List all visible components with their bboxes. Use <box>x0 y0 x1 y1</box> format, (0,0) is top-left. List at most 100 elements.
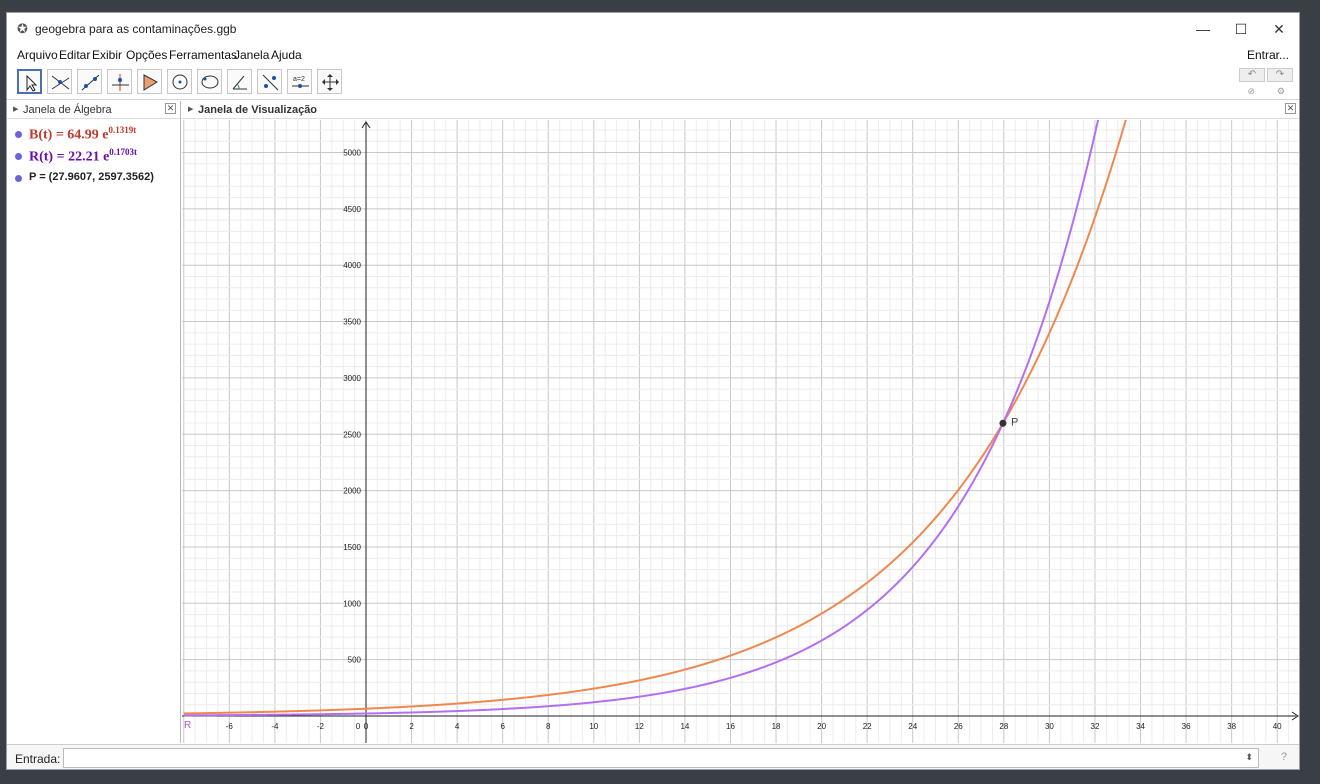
y-tick-label: 4000 <box>343 261 361 270</box>
origin-label: 0 <box>356 722 361 731</box>
close-algebra-view-button[interactable]: ✕ <box>165 103 176 114</box>
x-tick-label: 18 <box>772 722 781 731</box>
x-tick-label: 30 <box>1045 722 1054 731</box>
visibility-toggle-icon[interactable] <box>15 175 22 182</box>
x-tick-label: 26 <box>954 722 963 731</box>
cursor-icon <box>26 74 38 92</box>
angle-tool-button[interactable] <box>227 69 252 94</box>
algebra-view: ▶ Janela de Álgebra ✕ B(t) = 64.99 e0.13… <box>7 101 181 743</box>
x-tick-label: 38 <box>1227 722 1236 731</box>
x-tick-label: 0 <box>364 722 369 731</box>
function-b-expression: B(t) = 64.99 e0.1319t <box>29 125 136 144</box>
move-tool-button[interactable] <box>17 69 42 94</box>
input-label: Entrada: <box>15 752 61 766</box>
circle-icon <box>172 74 188 90</box>
x-tick-label: 40 <box>1273 722 1282 731</box>
function-r-exponent: 0.1703t <box>109 147 138 157</box>
visibility-toggle-icon[interactable] <box>15 153 22 160</box>
x-tick-label: 32 <box>1091 722 1100 731</box>
input-history-icon[interactable]: ⬍ <box>1245 752 1253 763</box>
close-window-button[interactable]: ✕ <box>1259 17 1299 41</box>
menu-arquivo[interactable]: Arquivo <box>17 48 58 62</box>
x-tick-label: -2 <box>317 722 325 731</box>
graphics-view-header: ▶ Janela de Visualização ✕ <box>182 101 1299 119</box>
y-tick-label: 5000 <box>343 149 361 158</box>
geogebra-window: ✪ geogebra para as contaminações.ggb — ☐… <box>6 12 1300 770</box>
input-bar: Entrada: ⬍ ? <box>7 744 1299 769</box>
menu-janela[interactable]: Janela <box>234 48 269 62</box>
window-title: geogebra para as contaminações.ggb <box>35 22 237 36</box>
x-tick-label: 22 <box>863 722 872 731</box>
x-tick-label: 2 <box>409 722 414 731</box>
y-tick-label: 500 <box>348 656 362 665</box>
menu-editar[interactable]: Editar <box>59 48 90 62</box>
input-field[interactable] <box>63 748 1259 768</box>
sign-in-link[interactable]: Entrar... <box>1247 48 1289 62</box>
algebra-view-title: Janela de Álgebra <box>23 104 112 116</box>
move-view-tool-button[interactable] <box>317 69 342 94</box>
redo-button[interactable]: ↷ <box>1267 68 1293 82</box>
x-tick-label: 4 <box>455 722 460 731</box>
x-tick-label: 28 <box>999 722 1008 731</box>
move-arrows-icon <box>322 74 339 91</box>
x-tick-label: 16 <box>726 722 735 731</box>
line-tool-button[interactable] <box>77 69 102 94</box>
function-b-text: B(t) = 64.99 e <box>29 127 109 143</box>
intersect-icon <box>51 75 70 90</box>
point-p-label: P <box>1011 416 1018 428</box>
x-tick-label: 14 <box>680 722 689 731</box>
function-b-exponent: 0.1319t <box>108 125 137 135</box>
toolbar: a=2 ↶ ↷ ⊘ ⚙ <box>7 66 1299 100</box>
polygon-icon <box>143 74 159 91</box>
line-icon <box>81 74 100 91</box>
intersect-tool-button[interactable] <box>47 69 72 94</box>
close-graphics-view-button[interactable]: ✕ <box>1285 103 1296 114</box>
y-tick-label: 3000 <box>343 374 361 383</box>
menu-opcoes[interactable]: Opções <box>126 48 167 62</box>
menu-ajuda[interactable]: Ajuda <box>271 48 302 62</box>
angle-icon <box>232 75 247 90</box>
minimize-button[interactable]: — <box>1183 17 1223 41</box>
input-help-icon[interactable]: ? <box>1281 751 1287 763</box>
point-p-expression: P = (27.9607, 2597.3562) <box>29 171 154 183</box>
maximize-button[interactable]: ☐ <box>1221 17 1261 41</box>
y-tick-label: 2500 <box>343 430 361 439</box>
ellipse-icon <box>201 75 219 89</box>
slider-icon: a=2 <box>292 76 309 88</box>
algebra-view-header: ▶ Janela de Álgebra ✕ <box>7 101 180 119</box>
reflect-icon <box>262 74 279 91</box>
y-tick-label: 1500 <box>343 543 361 552</box>
point-p[interactable] <box>999 419 1007 427</box>
graphics-view: ▶ Janela de Visualização ✕ -6 -4 -2 0 2 4 6 8 10… <box>182 101 1300 743</box>
circle-tool-button[interactable] <box>167 69 192 94</box>
perpendicular-tool-button[interactable] <box>107 69 132 94</box>
polygon-tool-button[interactable] <box>137 69 162 94</box>
y-tick-label: 4500 <box>343 205 361 214</box>
x-tick-label: 10 <box>589 722 598 731</box>
function-r-text: R(t) = 22.21 e <box>29 149 110 165</box>
graphics-canvas[interactable]: -6 -4 -2 0 2 4 6 8 10 12 14 16 18 20 22 24 26 28 30 32 34 36 3… <box>182 120 1300 743</box>
x-tick-label: 34 <box>1136 722 1145 731</box>
conic-tool-button[interactable] <box>197 69 222 94</box>
panel-toggle-icon[interactable]: ▶ <box>188 105 193 113</box>
settings-icon[interactable]: ⚙ <box>1277 86 1285 97</box>
x-tick-label: -6 <box>226 722 234 731</box>
x-tick-label: 8 <box>546 722 551 731</box>
geogebra-logo-icon: ✪ <box>17 21 28 36</box>
x-tick-label: 20 <box>817 722 826 731</box>
panel-toggle-icon[interactable]: ▶ <box>13 105 18 113</box>
undo-button[interactable]: ↶ <box>1239 68 1265 82</box>
visibility-toggle-icon[interactable] <box>15 131 22 138</box>
menu-bar: Arquivo Editar Exibir Opções Ferramentas… <box>7 45 1299 65</box>
x-tick-label: 6 <box>500 722 505 731</box>
help-icon[interactable]: ⊘ <box>1247 86 1255 97</box>
slider-tool-button[interactable]: a=2 <box>287 69 312 94</box>
y-tick-label: 2000 <box>343 487 361 496</box>
function-r-expression: R(t) = 22.21 e0.1703t <box>29 147 137 166</box>
x-tick-label: 24 <box>908 722 917 731</box>
menu-exibir[interactable]: Exibir <box>92 48 122 62</box>
menu-ferramentas[interactable]: Ferramentas <box>169 48 237 62</box>
slider-tool-label: a=2 <box>293 76 305 83</box>
reflect-tool-button[interactable] <box>257 69 282 94</box>
x-tick-label: 36 <box>1182 722 1191 731</box>
